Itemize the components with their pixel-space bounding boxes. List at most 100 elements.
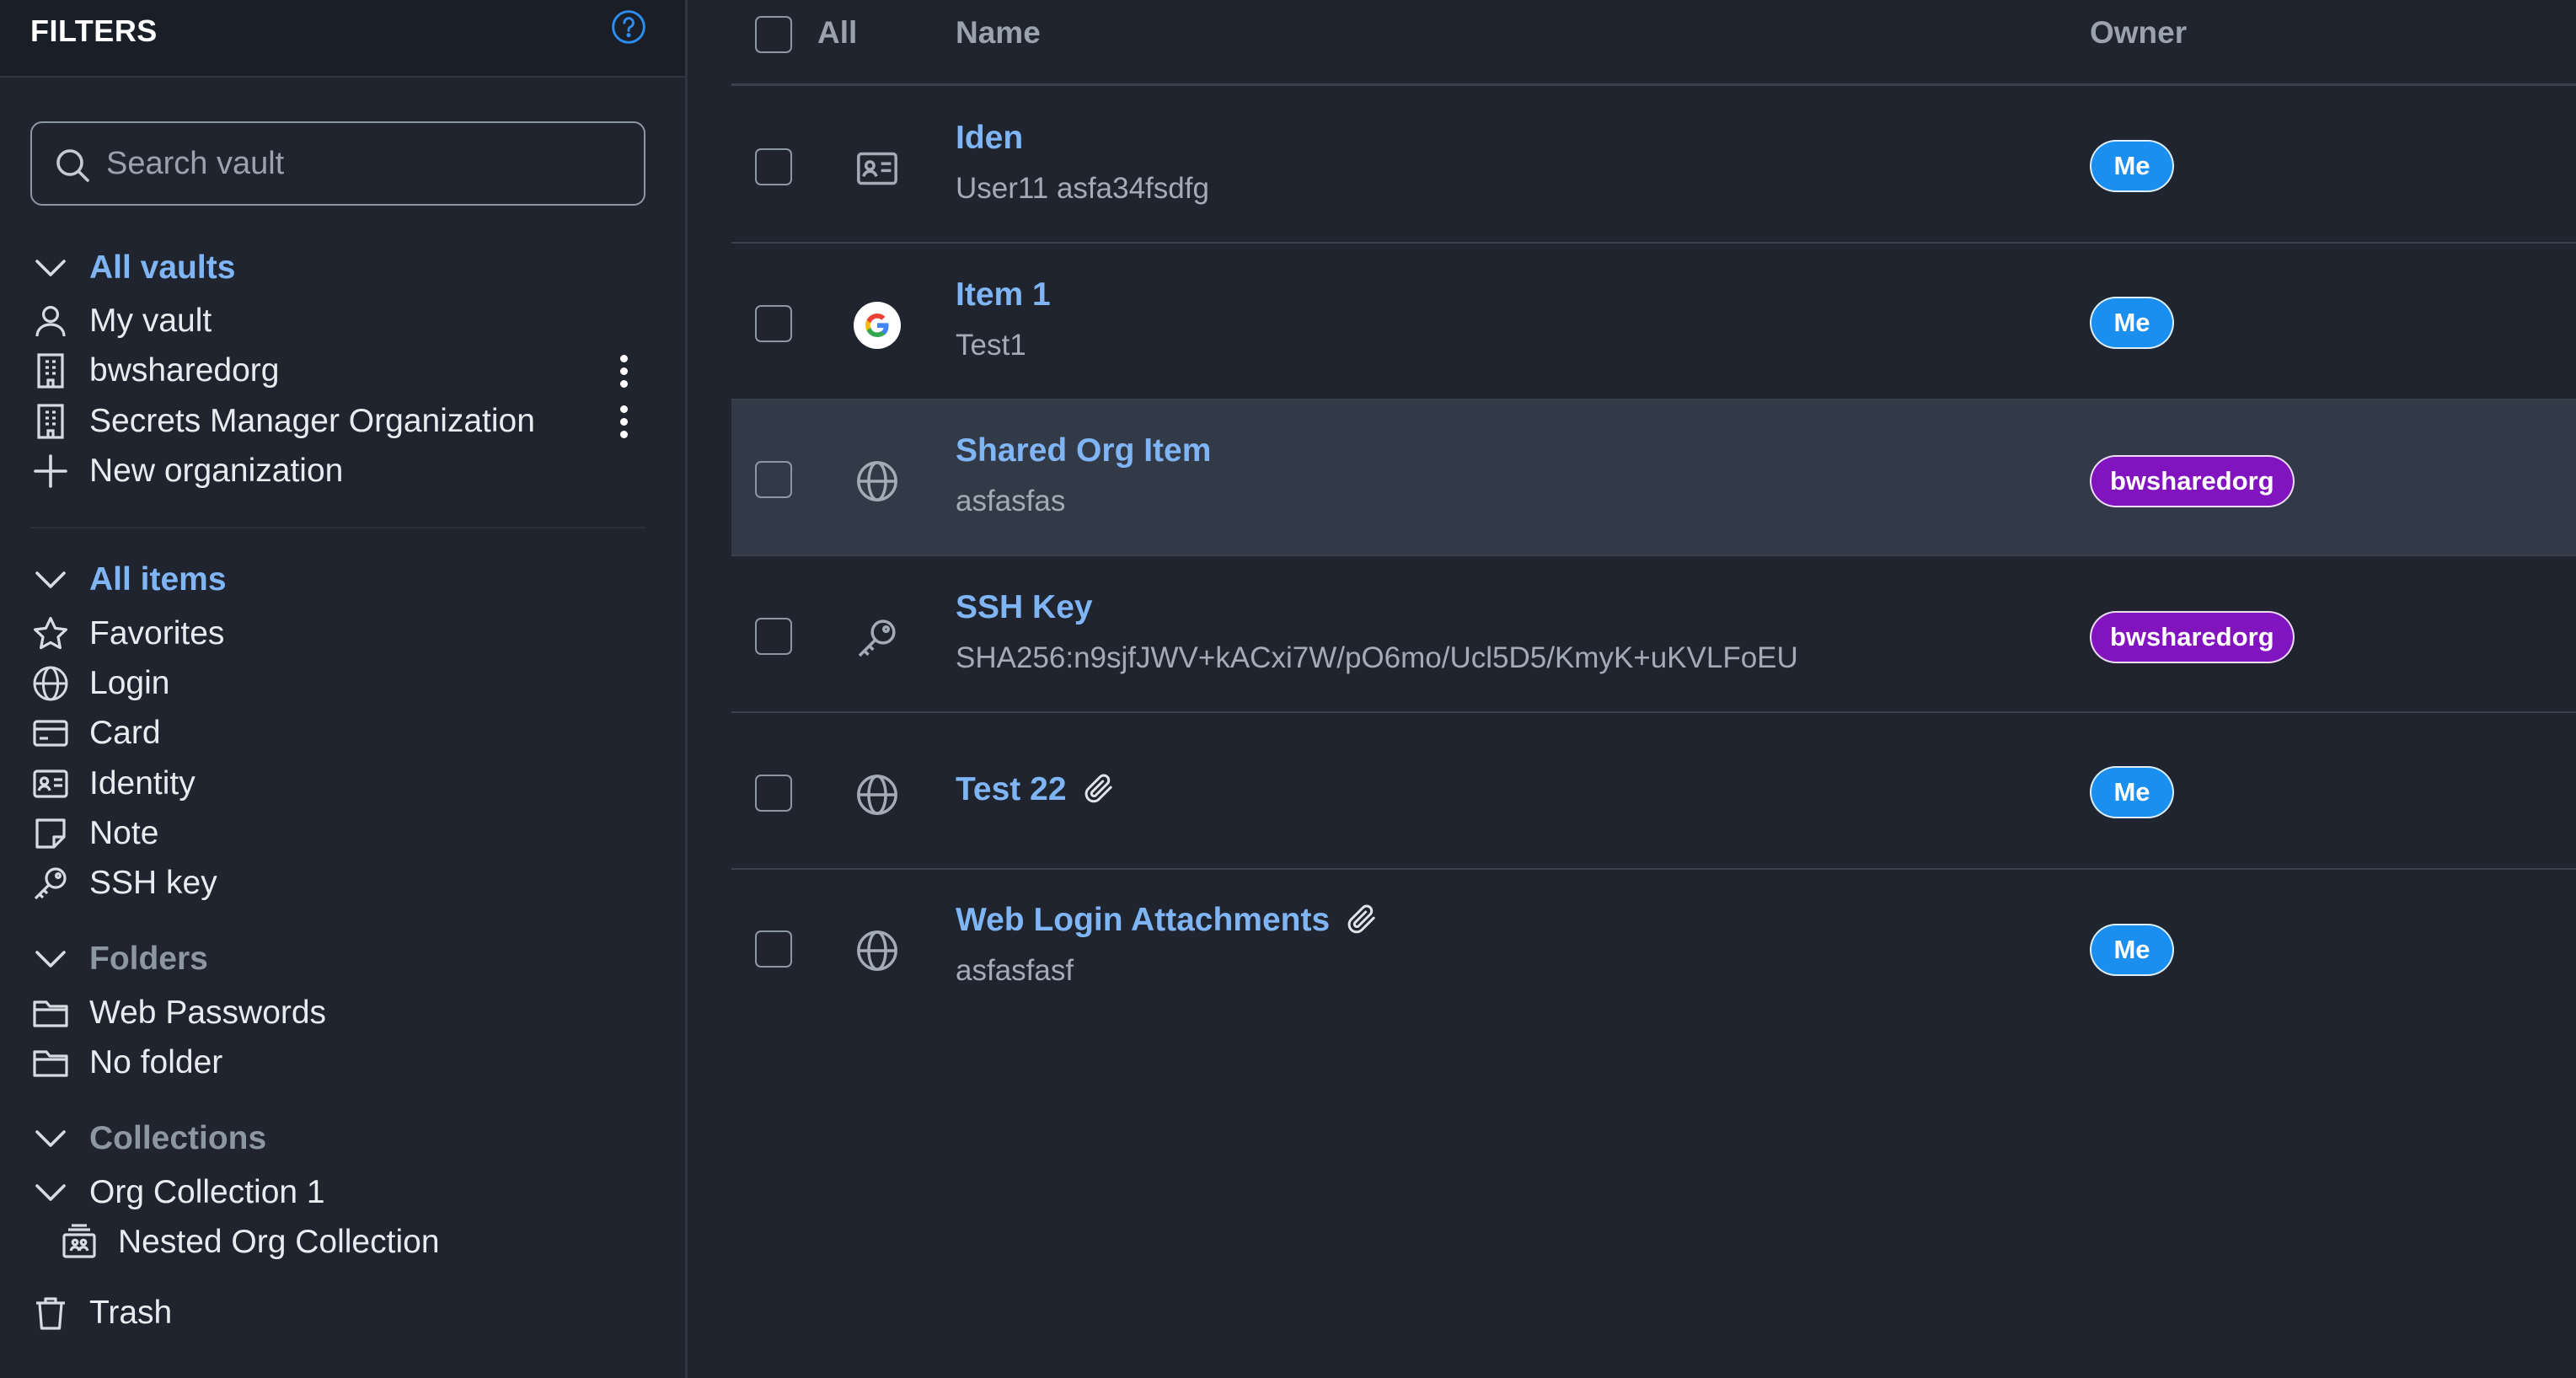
plus-icon [34, 454, 67, 488]
folder-item-no-folder[interactable]: No folder [30, 1039, 222, 1086]
type-item-favorites[interactable]: Favorites [30, 610, 224, 657]
collection-item-org-collection-1[interactable]: Org Collection 1 [30, 1169, 325, 1216]
header-name[interactable]: Name [956, 15, 1041, 51]
row-checkbox[interactable] [755, 775, 792, 812]
vault-item-secrets-manager-organization[interactable]: Secrets Manager Organization [30, 398, 535, 445]
globe-icon [33, 666, 68, 701]
star-icon [34, 617, 67, 650]
folder-item-web-passwords[interactable]: Web Passwords [30, 989, 326, 1037]
chevron-down-icon [35, 1130, 66, 1147]
trash-label: Trash [89, 1295, 173, 1331]
trash-link[interactable]: Trash [30, 1290, 172, 1337]
item-name-link[interactable]: SSH Key [956, 589, 1093, 626]
type-item-label: Card [89, 715, 161, 751]
row-checkbox[interactable] [755, 305, 792, 342]
filters-sidebar: FILTERS All vaults My vault bwsharedorg … [0, 0, 688, 1378]
secrets-manager-options-icon[interactable] [611, 398, 636, 445]
search-icon [56, 149, 89, 182]
new-organization-link[interactable]: New organization [30, 448, 343, 495]
globe-icon [857, 930, 897, 971]
type-item-label: Favorites [89, 615, 225, 651]
type-item-card[interactable]: Card [30, 710, 161, 757]
identity-card-icon [857, 152, 897, 185]
item-subtitle: Test1 [956, 329, 1026, 362]
type-item-label: Identity [89, 765, 195, 802]
collections-label: Collections [89, 1120, 267, 1156]
row-checkbox[interactable] [755, 618, 792, 655]
search-input[interactable] [106, 140, 612, 187]
row-checkbox[interactable] [755, 148, 792, 185]
credit-card-icon [33, 720, 68, 747]
all-items-toggle[interactable]: All items [30, 556, 227, 603]
type-item-identity[interactable]: Identity [30, 760, 195, 807]
table-row[interactable]: Item 1 Test1 Me [731, 244, 2576, 400]
item-name-link[interactable]: Item 1 [956, 276, 1051, 314]
building-icon [37, 404, 64, 439]
all-items-label: All items [89, 561, 227, 598]
owner-badge: Me [2090, 766, 2174, 818]
select-all-checkbox[interactable] [755, 16, 792, 53]
building-icon [37, 353, 64, 389]
chevron-down-icon [35, 1184, 66, 1201]
collection-icon [62, 1224, 96, 1258]
all-vaults-toggle[interactable]: All vaults [30, 244, 235, 292]
item-subtitle: asfasfasf [956, 954, 1074, 987]
item-subtitle: SHA256:n9sjfJWV+kACxi7W/pO6mo/Ucl5D5/Kmy… [956, 641, 1798, 674]
type-item-ssh-key[interactable]: SSH key [30, 860, 217, 907]
key-icon [858, 619, 896, 657]
folders-toggle[interactable]: Folders [30, 936, 208, 983]
paperclip-icon [1084, 774, 1112, 802]
type-item-login[interactable]: Login [30, 660, 169, 707]
header-owner[interactable]: Owner [2090, 15, 2187, 51]
vault-item-label: bwsharedorg [89, 352, 280, 389]
paperclip-icon [1347, 904, 1375, 933]
collection-item-label: Org Collection 1 [89, 1174, 325, 1210]
item-subtitle: asfasfas [956, 485, 1066, 517]
globe-icon [857, 461, 897, 501]
folder-item-label: No folder [89, 1044, 223, 1080]
row-checkbox[interactable] [755, 461, 792, 498]
google-logo-icon [854, 302, 901, 349]
owner-badge: Me [2090, 924, 2174, 976]
collection-item-label: Nested Org Collection [118, 1224, 440, 1260]
vault-item-bwsharedorg[interactable]: bwsharedorg [30, 347, 279, 394]
row-checkbox[interactable] [755, 930, 792, 968]
item-name-text: Test 22 [956, 771, 1067, 807]
chevron-down-icon [35, 260, 66, 276]
help-icon[interactable] [610, 8, 647, 46]
item-name-link[interactable]: Iden [956, 120, 1023, 157]
trash-icon [36, 1297, 65, 1330]
globe-icon [857, 775, 897, 815]
type-item-label: Note [89, 815, 159, 851]
table-row[interactable]: Test 22 Me [731, 714, 2576, 870]
table-row[interactable]: Web Login Attachments asfasfasf Me [731, 870, 2576, 1026]
chevron-down-icon [35, 571, 66, 588]
owner-badge: Me [2090, 140, 2174, 192]
vault-item-my-vault[interactable]: My vault [30, 298, 212, 345]
sidebar-divider [30, 527, 645, 528]
identity-card-icon [33, 769, 68, 798]
collection-item-nested-org-collection[interactable]: Nested Org Collection [59, 1219, 440, 1266]
table-row[interactable]: Iden User11 asfa34fsdfg Me [731, 88, 2576, 244]
type-item-note[interactable]: Note [30, 810, 158, 857]
filters-title: FILTERS [30, 13, 158, 48]
vault-items-table: All Name Owner Iden User11 asfa34fsdfg M… [731, 0, 2576, 1378]
table-row[interactable]: SSH Key SHA256:n9sjfJWV+kACxi7W/pO6mo/Uc… [731, 557, 2576, 713]
bwsharedorg-options-icon[interactable] [611, 347, 636, 394]
user-icon [35, 306, 66, 337]
table-row[interactable]: Shared Org Item asfasfas bwsharedorg [731, 400, 2576, 556]
item-name-link[interactable]: Shared Org Item [956, 432, 1211, 469]
item-name-link[interactable]: Web Login Attachments [956, 902, 1379, 939]
table-header: All Name Owner [731, 0, 2576, 86]
all-vaults-label: All vaults [89, 249, 236, 286]
item-name-link[interactable]: Test 22 [956, 771, 1116, 808]
vault-item-label: My vault [89, 303, 212, 339]
folders-label: Folders [89, 941, 208, 977]
folder-item-label: Web Passwords [89, 995, 327, 1031]
key-icon [34, 867, 67, 900]
sticky-note-icon [35, 818, 66, 849]
collections-toggle[interactable]: Collections [30, 1115, 266, 1162]
type-item-label: Login [89, 665, 170, 701]
type-item-label: SSH key [89, 865, 217, 901]
search-box[interactable] [30, 121, 645, 206]
